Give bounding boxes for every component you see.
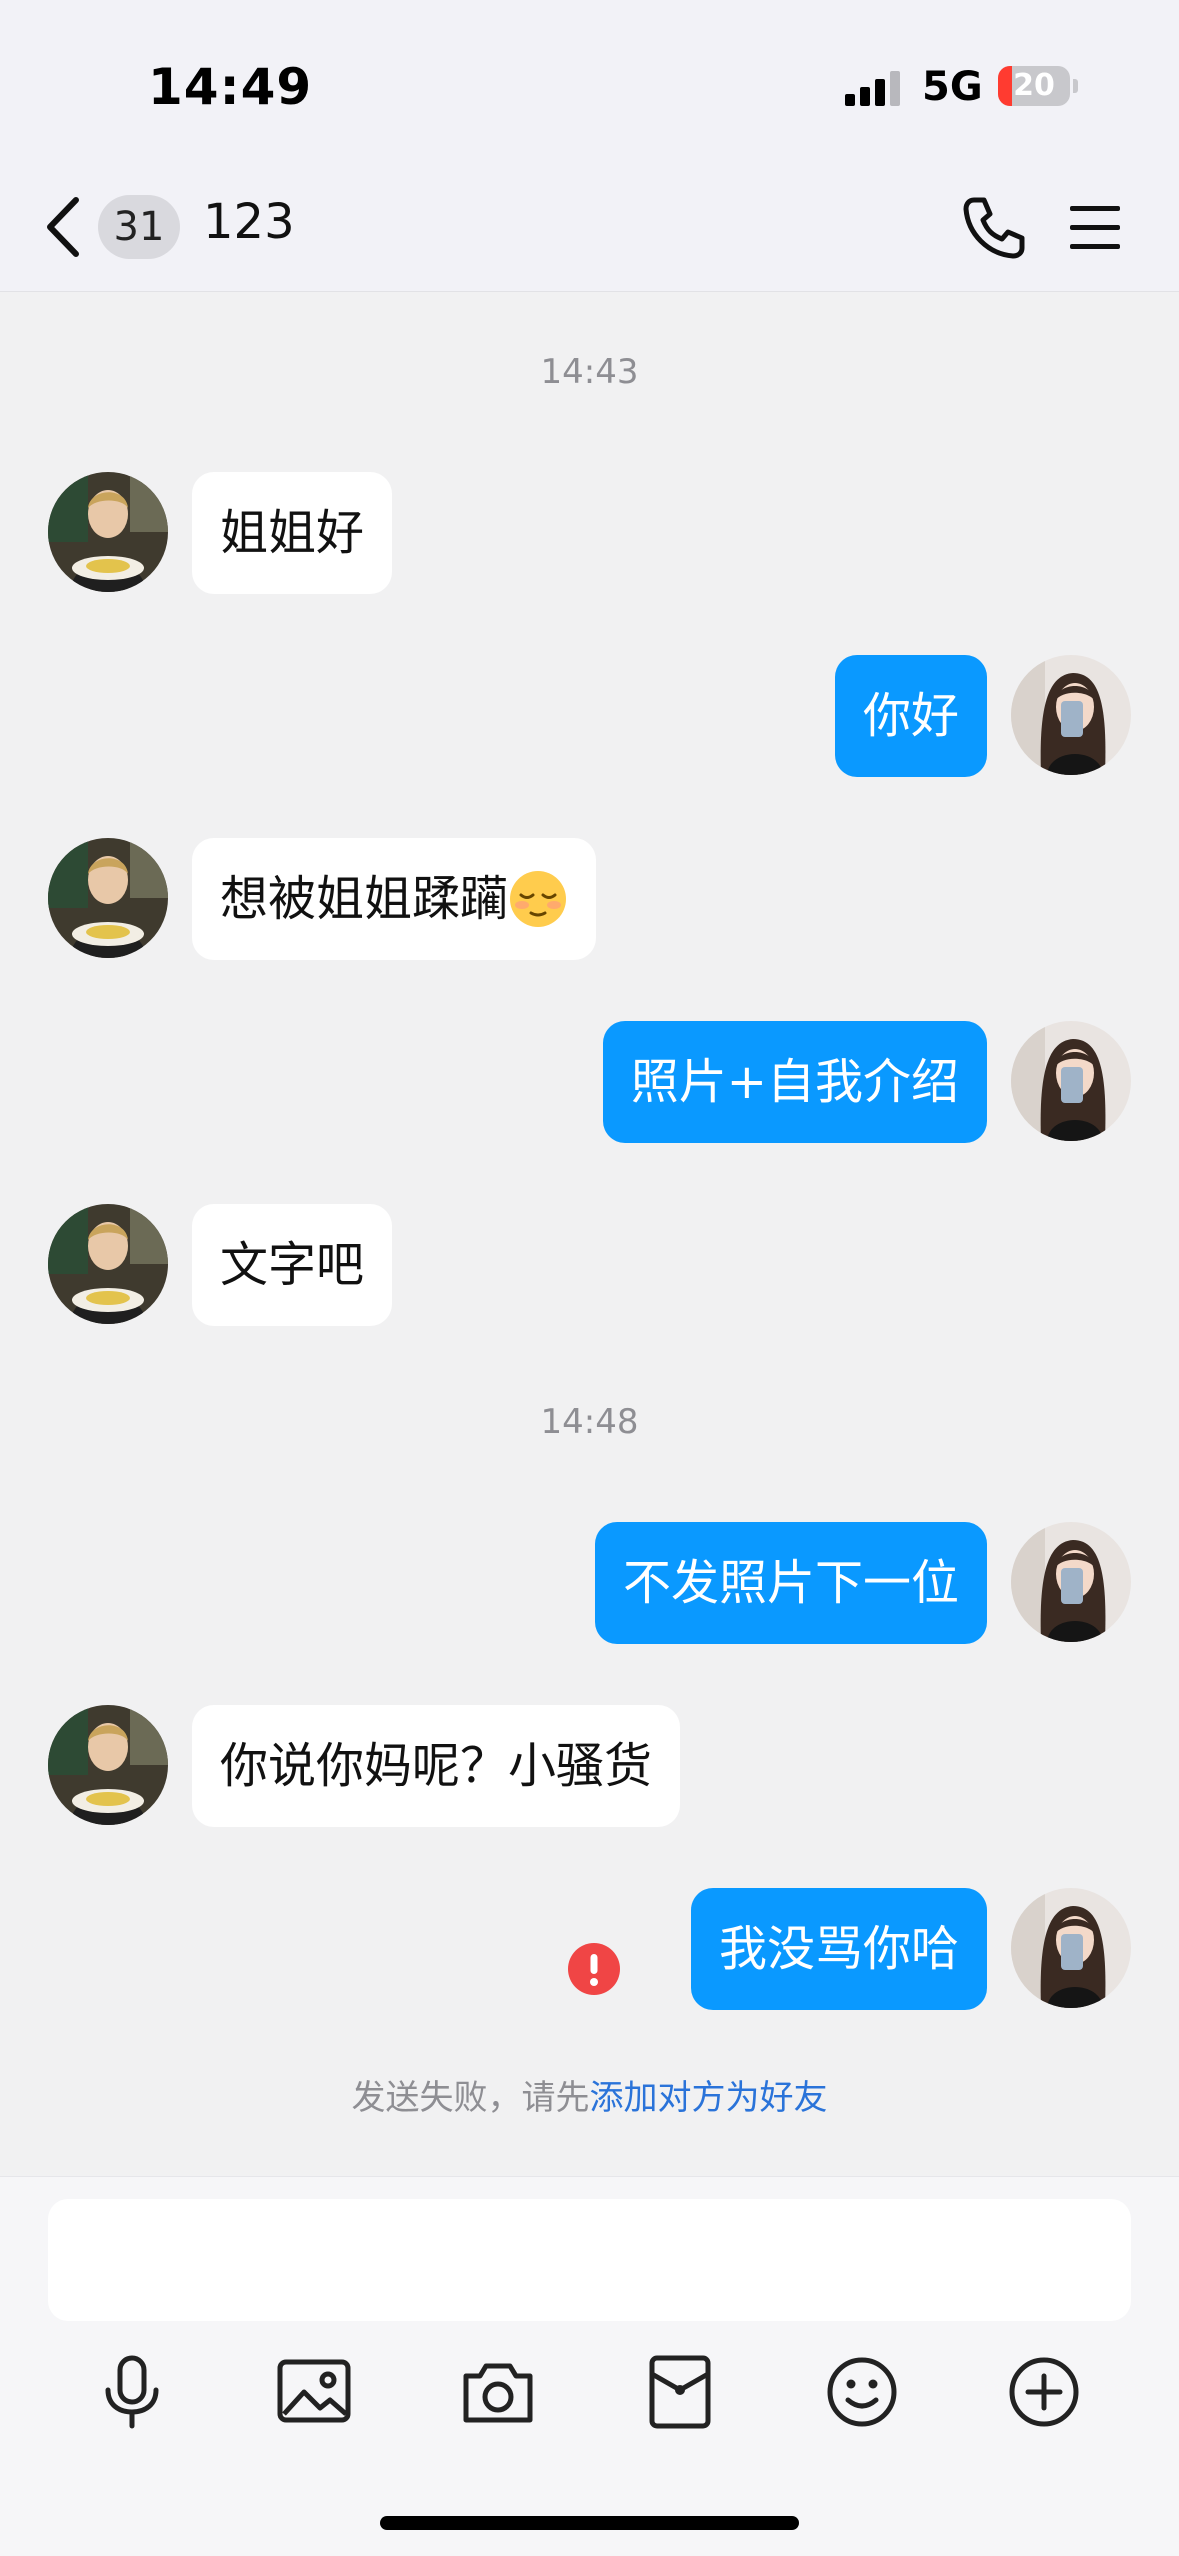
- battery-level: 20: [1013, 68, 1055, 103]
- contact-avatar[interactable]: [48, 1705, 168, 1825]
- emoji-icon[interactable]: [822, 2352, 902, 2432]
- add-icon[interactable]: [1004, 2352, 1084, 2432]
- send-failed-notice: 发送失败，请先添加对方为好友: [0, 2070, 1179, 2119]
- microphone-icon[interactable]: [92, 2352, 172, 2432]
- red-packet-icon[interactable]: [640, 2352, 720, 2432]
- network-type: 5G: [922, 64, 983, 110]
- camera-icon[interactable]: [458, 2352, 538, 2432]
- chat-title[interactable]: 123: [203, 194, 295, 250]
- status-bar: 14:49 5G 20: [0, 0, 1179, 170]
- phone-icon[interactable]: [960, 194, 1028, 262]
- chat-header: 31 123: [0, 170, 1179, 292]
- home-indicator: [380, 2516, 799, 2530]
- incoming-message[interactable]: 想被姐姐蹂躏: [192, 838, 597, 960]
- incoming-message[interactable]: 姐姐好: [192, 472, 393, 594]
- status-time: 14:49: [148, 58, 313, 116]
- unread-count-badge[interactable]: 31: [98, 195, 180, 259]
- message-text: 想被姐姐蹂躏: [220, 871, 509, 927]
- timestamp: 14:43: [540, 352, 639, 392]
- outgoing-message[interactable]: 照片+自我介绍: [602, 1021, 987, 1143]
- relieved-face-emoji-icon: [508, 869, 568, 929]
- my-avatar[interactable]: [1011, 1021, 1131, 1141]
- contact-avatar[interactable]: [48, 1204, 168, 1324]
- my-avatar[interactable]: [1011, 1522, 1131, 1642]
- my-avatar[interactable]: [1011, 1888, 1131, 2008]
- incoming-message[interactable]: 你说你妈呢？小骚货: [192, 1705, 681, 1827]
- signal-icon: [845, 71, 900, 106]
- image-icon[interactable]: [274, 2352, 354, 2432]
- contact-avatar[interactable]: [48, 472, 168, 592]
- outgoing-message[interactable]: 不发照片下一位: [594, 1522, 987, 1644]
- add-friend-link[interactable]: 添加对方为好友: [590, 2078, 828, 2118]
- battery-icon: 20: [998, 66, 1078, 106]
- input-area: [0, 2176, 1179, 2556]
- menu-icon[interactable]: [1066, 200, 1124, 256]
- incoming-message[interactable]: 文字吧: [192, 1204, 393, 1326]
- message-input[interactable]: [48, 2199, 1131, 2321]
- outgoing-message[interactable]: 我没骂你哈: [690, 1888, 987, 2010]
- outgoing-message[interactable]: 你好: [834, 655, 987, 777]
- timestamp: 14:48: [540, 1402, 639, 1442]
- notice-text: 发送失败，请先: [351, 2078, 590, 2118]
- my-avatar[interactable]: [1011, 655, 1131, 775]
- contact-avatar[interactable]: [48, 838, 168, 958]
- back-icon[interactable]: [40, 192, 90, 262]
- send-failed-icon[interactable]: [568, 1943, 620, 1995]
